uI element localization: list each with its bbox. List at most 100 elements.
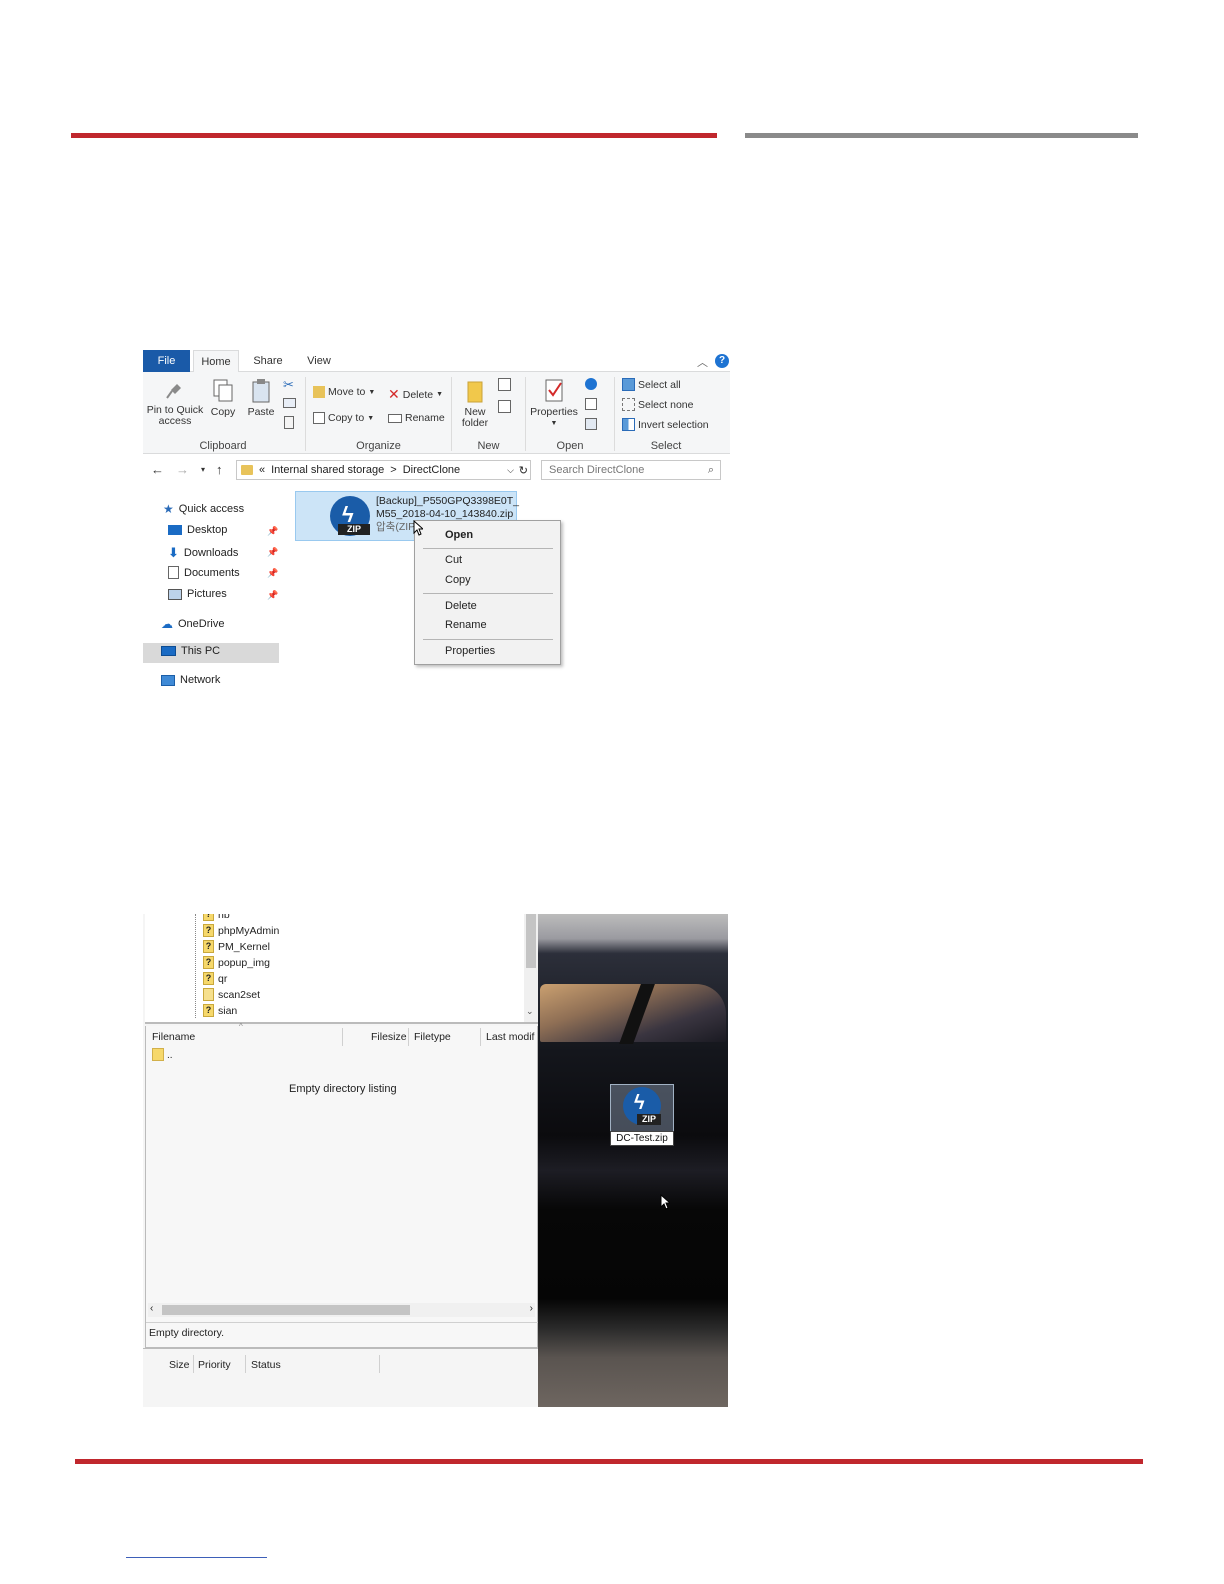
menu-separator [423,593,553,594]
column-filename[interactable]: Filename [152,1031,195,1043]
collapse-ribbon-icon[interactable]: ︿ [697,354,708,370]
scroll-left-icon[interactable]: ‹ [150,1303,153,1314]
breadcrumb-internal-storage[interactable]: Internal shared storage [271,464,384,476]
edit-icon[interactable] [585,398,597,410]
scroll-down-icon[interactable]: ⌄ [526,1006,534,1017]
column-separator[interactable] [480,1028,481,1046]
pin-label: Pin to Quick access [146,404,204,427]
column-separator[interactable] [342,1028,343,1046]
tree-item[interactable]: ? sian [203,1004,237,1017]
desktop-zip-rename-field[interactable]: DC-Test.zip [610,1131,674,1146]
address-overflow[interactable]: « [259,464,265,476]
queue-column-status[interactable]: Status [251,1359,281,1371]
properties-button[interactable]: Properties ▼ [529,378,579,429]
parent-directory-row[interactable]: .. [152,1048,173,1061]
new-folder-button[interactable]: New folder [455,378,495,429]
column-separator[interactable] [245,1355,246,1373]
nav-item-downloads[interactable]: ⬇ Downloads [168,545,238,561]
paste-button[interactable]: Paste [246,378,276,418]
queue-column-size[interactable]: Size [169,1359,189,1371]
pinned-icon: 📌 [267,547,279,557]
unknown-folder-icon: ? [203,1004,214,1017]
tree-item[interactable]: ? nb [203,914,230,921]
column-separator[interactable] [379,1355,380,1373]
column-separator[interactable] [408,1028,409,1046]
tree-item[interactable]: ? popup_img [203,956,270,969]
rename-icon [388,413,402,423]
zip-tag: ZIP [637,1114,661,1125]
pin-to-quick-access-button[interactable]: Pin to Quick access [146,378,204,427]
nav-item-quick-access[interactable]: ★ Quick access [163,502,244,516]
address-input[interactable]: « Internal shared storage > DirectClone … [236,460,531,480]
up-arrow-icon[interactable]: ↑ [216,462,223,477]
breadcrumb-directclone[interactable]: DirectClone [403,464,460,476]
footer-link-underline[interactable] [126,1557,267,1558]
help-icon[interactable]: ? [715,354,729,368]
address-dropdown-icon[interactable]: ⌵ [507,465,514,476]
easy-access-icon[interactable] [498,400,511,413]
menu-separator [423,639,553,640]
nav-item-desktop[interactable]: Desktop [168,524,227,536]
context-menu-delete[interactable]: Delete [445,600,477,612]
tab-share[interactable]: Share [248,350,288,372]
scrollbar-thumb[interactable] [162,1305,410,1315]
column-filetype[interactable]: Filetype [414,1031,451,1043]
select-all-button[interactable]: Select all [622,378,681,391]
nav-item-network[interactable]: Network [161,674,220,686]
forward-arrow-icon[interactable]: → [176,462,189,477]
search-icon: ⌕ [707,463,714,476]
column-separator[interactable] [193,1355,194,1373]
history-icon[interactable] [585,418,597,430]
context-menu-rename[interactable]: Rename [445,619,487,631]
ribbon-tabs: File Home Share View ︿ ? [143,350,730,373]
scrollbar-thumb[interactable] [526,914,536,968]
menu-separator [423,548,553,549]
scissors-icon[interactable]: ✂ [283,377,294,393]
nav-item-pictures[interactable]: Pictures [168,588,227,600]
rename-button[interactable]: Rename [388,412,445,424]
context-menu-properties[interactable]: Properties [445,645,495,657]
tree-label: popup_img [218,956,270,969]
search-input[interactable]: Search DirectClone ⌕ [541,460,721,480]
nav-label: Downloads [183,547,239,559]
nav-label: Desktop [187,524,228,536]
nav-label: Documents [184,566,240,579]
tree-item[interactable]: ? scan2set [203,988,260,1001]
mouse-cursor-icon [413,520,423,536]
copy-path-icon[interactable] [283,398,296,408]
copy-button[interactable]: Copy [209,378,237,418]
paste-label: Paste [247,406,275,418]
queue-column-priority[interactable]: Priority [198,1359,231,1371]
context-menu-open[interactable]: Open [445,529,473,541]
invert-selection-button[interactable]: Invert selection [622,418,709,431]
recent-locations-chevron-icon[interactable]: ▾ [201,465,205,474]
nav-item-onedrive[interactable]: ☁ OneDrive [161,617,224,631]
context-menu-cut[interactable]: Cut [445,554,462,566]
tree-item[interactable]: ? phpMyAdmin [203,924,279,937]
scroll-right-icon[interactable]: › [530,1303,533,1314]
tab-view[interactable]: View [301,350,337,372]
tree-scrollbar[interactable]: ⌄ [524,914,538,1022]
refresh-icon[interactable]: ↻ [519,464,528,477]
delete-button[interactable]: ✕ Delete ▼ [388,386,443,403]
header-red-rule [71,133,717,138]
nav-item-documents[interactable]: Documents [168,566,240,579]
new-item-icon[interactable] [498,378,511,391]
move-to-button[interactable]: Move to ▼ [313,386,375,398]
horizontal-scrollbar[interactable]: ‹ › [148,1303,535,1317]
back-arrow-icon[interactable]: ← [151,462,164,477]
tab-home[interactable]: Home [193,350,239,373]
copy-icon [213,379,233,402]
invert-selection-icon [622,418,635,431]
nav-item-this-pc[interactable]: This PC [161,645,220,657]
open-icon[interactable] [585,378,597,390]
column-filesize[interactable]: Filesize [371,1031,407,1043]
copy-to-button[interactable]: Copy to ▼ [313,412,374,424]
paste-shortcut-icon[interactable] [284,416,294,429]
tree-item[interactable]: ? PM_Kernel [203,940,270,953]
select-none-button[interactable]: Select none [622,398,693,411]
column-last-modified[interactable]: Last modif [486,1031,534,1043]
context-menu-copy[interactable]: Copy [445,574,471,586]
tab-file[interactable]: File [143,350,190,372]
tree-item[interactable]: ? qr [203,972,227,985]
